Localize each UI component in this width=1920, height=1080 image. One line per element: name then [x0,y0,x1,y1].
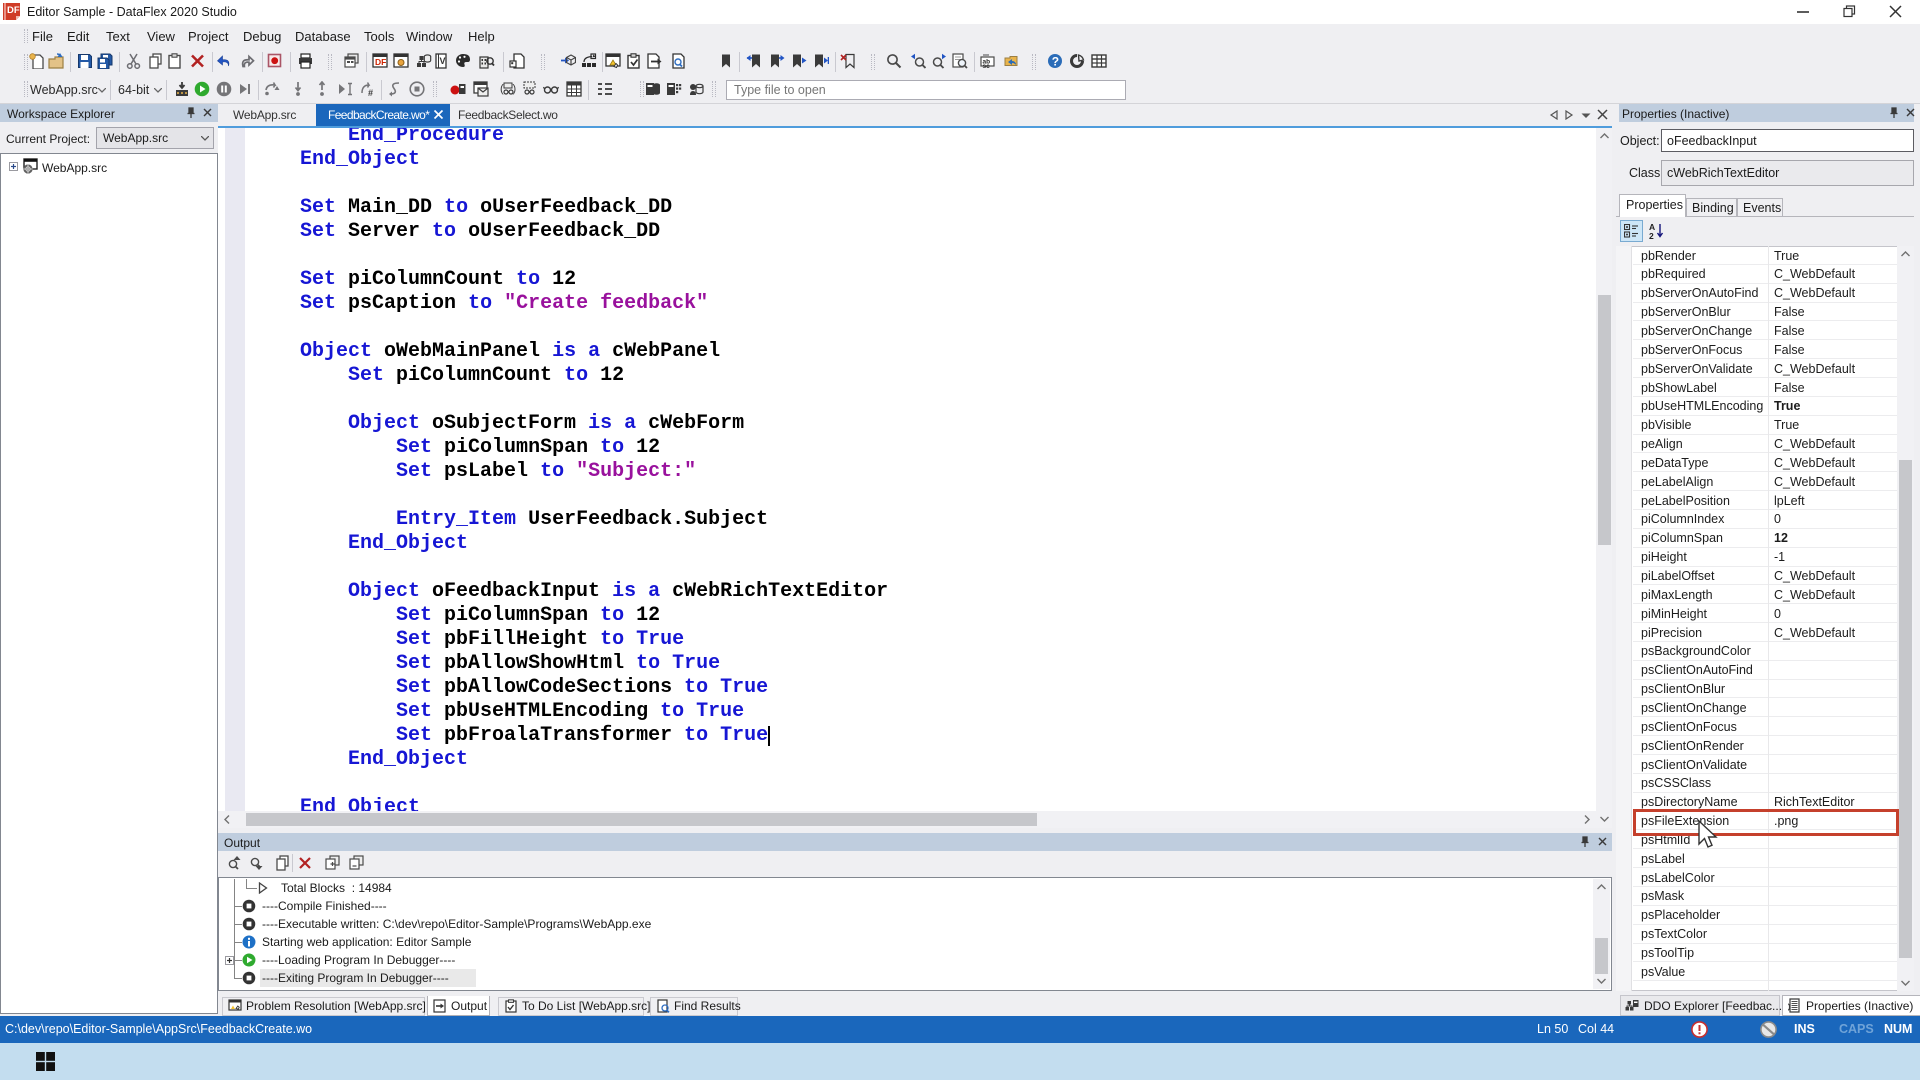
svg-text:#: # [368,88,373,97]
svg-text:): ) [513,83,517,95]
svg-text:sc: sc [983,63,991,69]
svg-text:2: 2 [1649,231,1654,240]
svg-text:DF: DF [375,57,386,67]
svg-text:(: ( [500,83,504,95]
svg-text:?: ? [1052,55,1059,69]
svg-text:V: V [440,56,446,66]
